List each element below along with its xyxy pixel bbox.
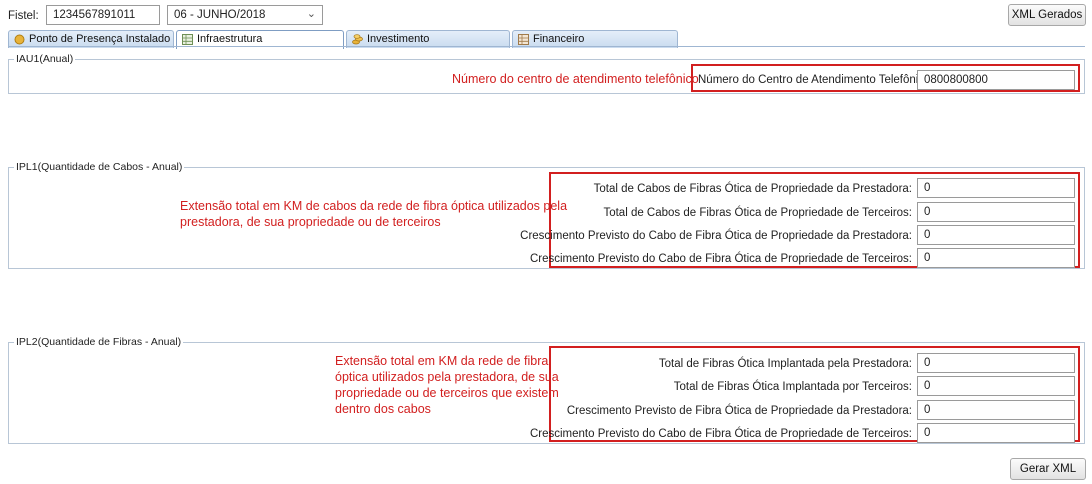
ipl1-field-label: Crescimento Previsto do Cabo de Fibra Ót… [520,230,912,242]
ipl2-field-label: Total de Fibras Ótica Implantada pela Pr… [658,358,912,370]
ipl1-input-crescimento-terceiros[interactable]: 0 [917,248,1075,268]
iau1-annotation: Número do centro de atendimento telefôni… [452,72,699,86]
coins-stack-icon [352,34,363,45]
ipl2-input-fibras-terceiros[interactable]: 0 [917,376,1075,396]
ipl2-input-crescimento-terceiros[interactable]: 0 [917,423,1075,443]
period-select[interactable]: 06 - JUNHO/2018 ⌄ [167,5,323,25]
tab-label: Ponto de Presença Instalado [29,33,171,45]
tab-label: Investimento [367,33,430,45]
ipl1-input-cabos-terceiros[interactable]: 0 [917,202,1075,222]
ipl1-legend: IPL1(Quantidade de Cabos - Anual) [14,161,185,173]
ipl1-annotation-line: Extensão total em KM de cabos da rede de… [180,199,568,213]
coin-icon [14,34,25,45]
ipl2-annotation-line: propriedade ou de terceiros que existem [335,386,559,400]
ipl1-annotation: Extensão total em KM de cabos da rede de… [180,198,567,230]
ipl2-field-label: Crescimento Previsto do Cabo de Fibra Ót… [529,428,912,440]
fistel-label: Fistel: [8,10,39,22]
ipl2-legend: IPL2(Quantidade de Fibras - Anual) [14,336,184,348]
period-select-value: 06 - JUNHO/2018 [174,9,266,21]
ipl2-input-crescimento-prestadora[interactable]: 0 [917,400,1075,420]
ipl2-annotation: Extensão total em KM da rede de fibra óp… [335,353,559,417]
grid-icon [518,34,529,45]
ipl2-field-label: Crescimento Previsto de Fibra Ótica de P… [566,405,912,417]
ipl2-annotation-line: óptica utilizados pela prestadora, de su… [335,370,559,384]
ipl1-field-label: Total de Cabos de Fibras Ótica de Propri… [593,183,912,195]
chevron-down-icon: ⌄ [306,8,316,20]
tab-label: Infraestrutura [197,33,263,45]
fistel-input[interactable]: 1234567891011 [46,5,160,25]
tab-label: Financeiro [533,33,585,45]
ipl1-input-cabos-prestadora[interactable]: 0 [917,178,1075,198]
ipl2-field-label: Total de Fibras Ótica Implantada por Ter… [673,381,912,393]
iau1-legend: IAU1(Anual) [14,53,76,65]
centro-atendimento-input[interactable]: 0800800800 [917,70,1075,90]
ipl1-field-label: Crescimento Previsto do Cabo de Fibra Ót… [529,253,912,265]
grid-icon [182,34,193,45]
ipl2-annotation-line: dentro dos cabos [335,402,431,416]
ipl1-input-crescimento-prestadora[interactable]: 0 [917,225,1075,245]
xml-gerados-button[interactable]: XML Gerados [1008,4,1086,26]
ipl1-annotation-line: prestadora, de sua propriedade ou de ter… [180,215,441,229]
ipl2-input-fibras-prestadora[interactable]: 0 [917,353,1075,373]
tab-panel-border [8,46,1085,47]
iau1-field-label: Número do Centro de Atendimento Telefôni… [698,74,934,86]
ipl2-annotation-line: Extensão total em KM da rede de fibra [335,354,549,368]
gerar-xml-button[interactable]: Gerar XML [1010,458,1086,480]
ipl1-field-label: Total de Cabos de Fibras Ótica de Propri… [603,207,912,219]
